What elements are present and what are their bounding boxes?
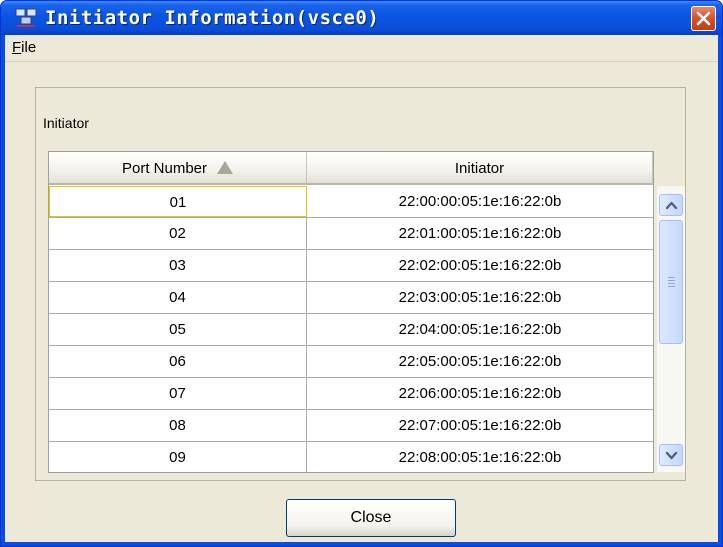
table-row[interactable]: 06 22:05:00:05:1e:16:22:0b xyxy=(49,346,653,378)
initiator-cell: 22:03:00:05:1e:16:22:0b xyxy=(398,289,562,306)
column-header-port-number[interactable]: Port Number xyxy=(49,152,307,185)
thumb-grip xyxy=(668,280,675,281)
title-bar[interactable]: Initiator Information(vsce0) xyxy=(1,1,722,35)
menu-bar: File xyxy=(5,35,718,62)
column-header-label: Port Number xyxy=(121,160,208,177)
column-header-label: Initiator xyxy=(454,160,505,177)
initiator-cell: 22:08:00:05:1e:16:22:0b xyxy=(398,449,562,466)
table-row[interactable]: 03 22:02:00:05:1e:16:22:0b xyxy=(49,250,653,282)
dialog-window: Initiator Information(vsce0) File Initia… xyxy=(0,0,723,547)
network-icon xyxy=(15,8,37,27)
scroll-down-button[interactable] xyxy=(659,444,683,466)
scrollbar-thumb[interactable] xyxy=(659,220,683,344)
initiator-cell: 22:00:00:05:1e:16:22:0b xyxy=(398,193,562,210)
table-row[interactable]: 07 22:06:00:05:1e:16:22:0b xyxy=(49,378,653,410)
scroll-up-button[interactable] xyxy=(659,194,683,216)
menu-file-accelerator: F xyxy=(12,39,22,56)
initiator-table: Port Number Initiator 01 22:00:00:05:1e:1… xyxy=(48,151,654,473)
port-number-cell: 06 xyxy=(49,346,307,377)
window-frame-bottom xyxy=(1,542,722,546)
table-row[interactable]: 05 22:04:00:05:1e:16:22:0b xyxy=(49,314,653,346)
initiator-group-label: Initiator xyxy=(41,115,91,131)
window-title: Initiator Information(vsce0) xyxy=(45,7,380,29)
column-header-initiator[interactable]: Initiator xyxy=(307,152,653,185)
port-number-cell: 08 xyxy=(49,410,307,441)
initiator-cell: 22:04:00:05:1e:16:22:0b xyxy=(398,321,562,338)
vertical-scrollbar[interactable] xyxy=(657,186,685,472)
port-number-cell: 04 xyxy=(49,282,307,313)
port-number-cell: 01 xyxy=(49,186,307,217)
port-number-cell: 05 xyxy=(49,314,307,345)
initiator-cell: 22:02:00:05:1e:16:22:0b xyxy=(398,257,562,274)
port-number-cell: 09 xyxy=(49,442,307,472)
table-row[interactable]: 01 22:00:00:05:1e:16:22:0b xyxy=(49,186,653,218)
thumb-grip xyxy=(668,286,675,287)
table-row[interactable]: 09 22:08:00:05:1e:16:22:0b xyxy=(49,442,653,472)
port-number-cell: 03 xyxy=(49,250,307,281)
sort-ascending-icon xyxy=(217,161,234,174)
table-row[interactable]: 08 22:07:00:05:1e:16:22:0b xyxy=(49,410,653,442)
port-number-cell: 02 xyxy=(49,218,307,249)
table-header: Port Number Initiator xyxy=(49,152,653,186)
initiator-cell: 22:06:00:05:1e:16:22:0b xyxy=(398,385,562,402)
window-close-button[interactable] xyxy=(691,6,716,31)
initiator-cell: 22:05:00:05:1e:16:22:0b xyxy=(398,353,562,370)
table-body: 01 22:00:00:05:1e:16:22:0b 02 22:01:00:05:… xyxy=(49,186,653,472)
thumb-grip xyxy=(668,283,675,284)
chevron-down-icon xyxy=(665,451,678,460)
menu-file-label: ile xyxy=(21,39,37,56)
port-number-cell: 07 xyxy=(49,378,307,409)
table-row[interactable]: 02 22:01:00:05:1e:16:22:0b xyxy=(49,218,653,250)
initiator-cell: 22:07:00:05:1e:16:22:0b xyxy=(398,417,562,434)
chevron-up-icon xyxy=(665,201,678,210)
close-button[interactable]: Close xyxy=(286,499,456,537)
menu-file[interactable]: File xyxy=(12,39,36,57)
initiator-cell: 22:01:00:05:1e:16:22:0b xyxy=(398,225,562,242)
table-row[interactable]: 04 22:03:00:05:1e:16:22:0b xyxy=(49,282,653,314)
thumb-grip xyxy=(668,277,675,278)
close-icon xyxy=(696,11,711,26)
